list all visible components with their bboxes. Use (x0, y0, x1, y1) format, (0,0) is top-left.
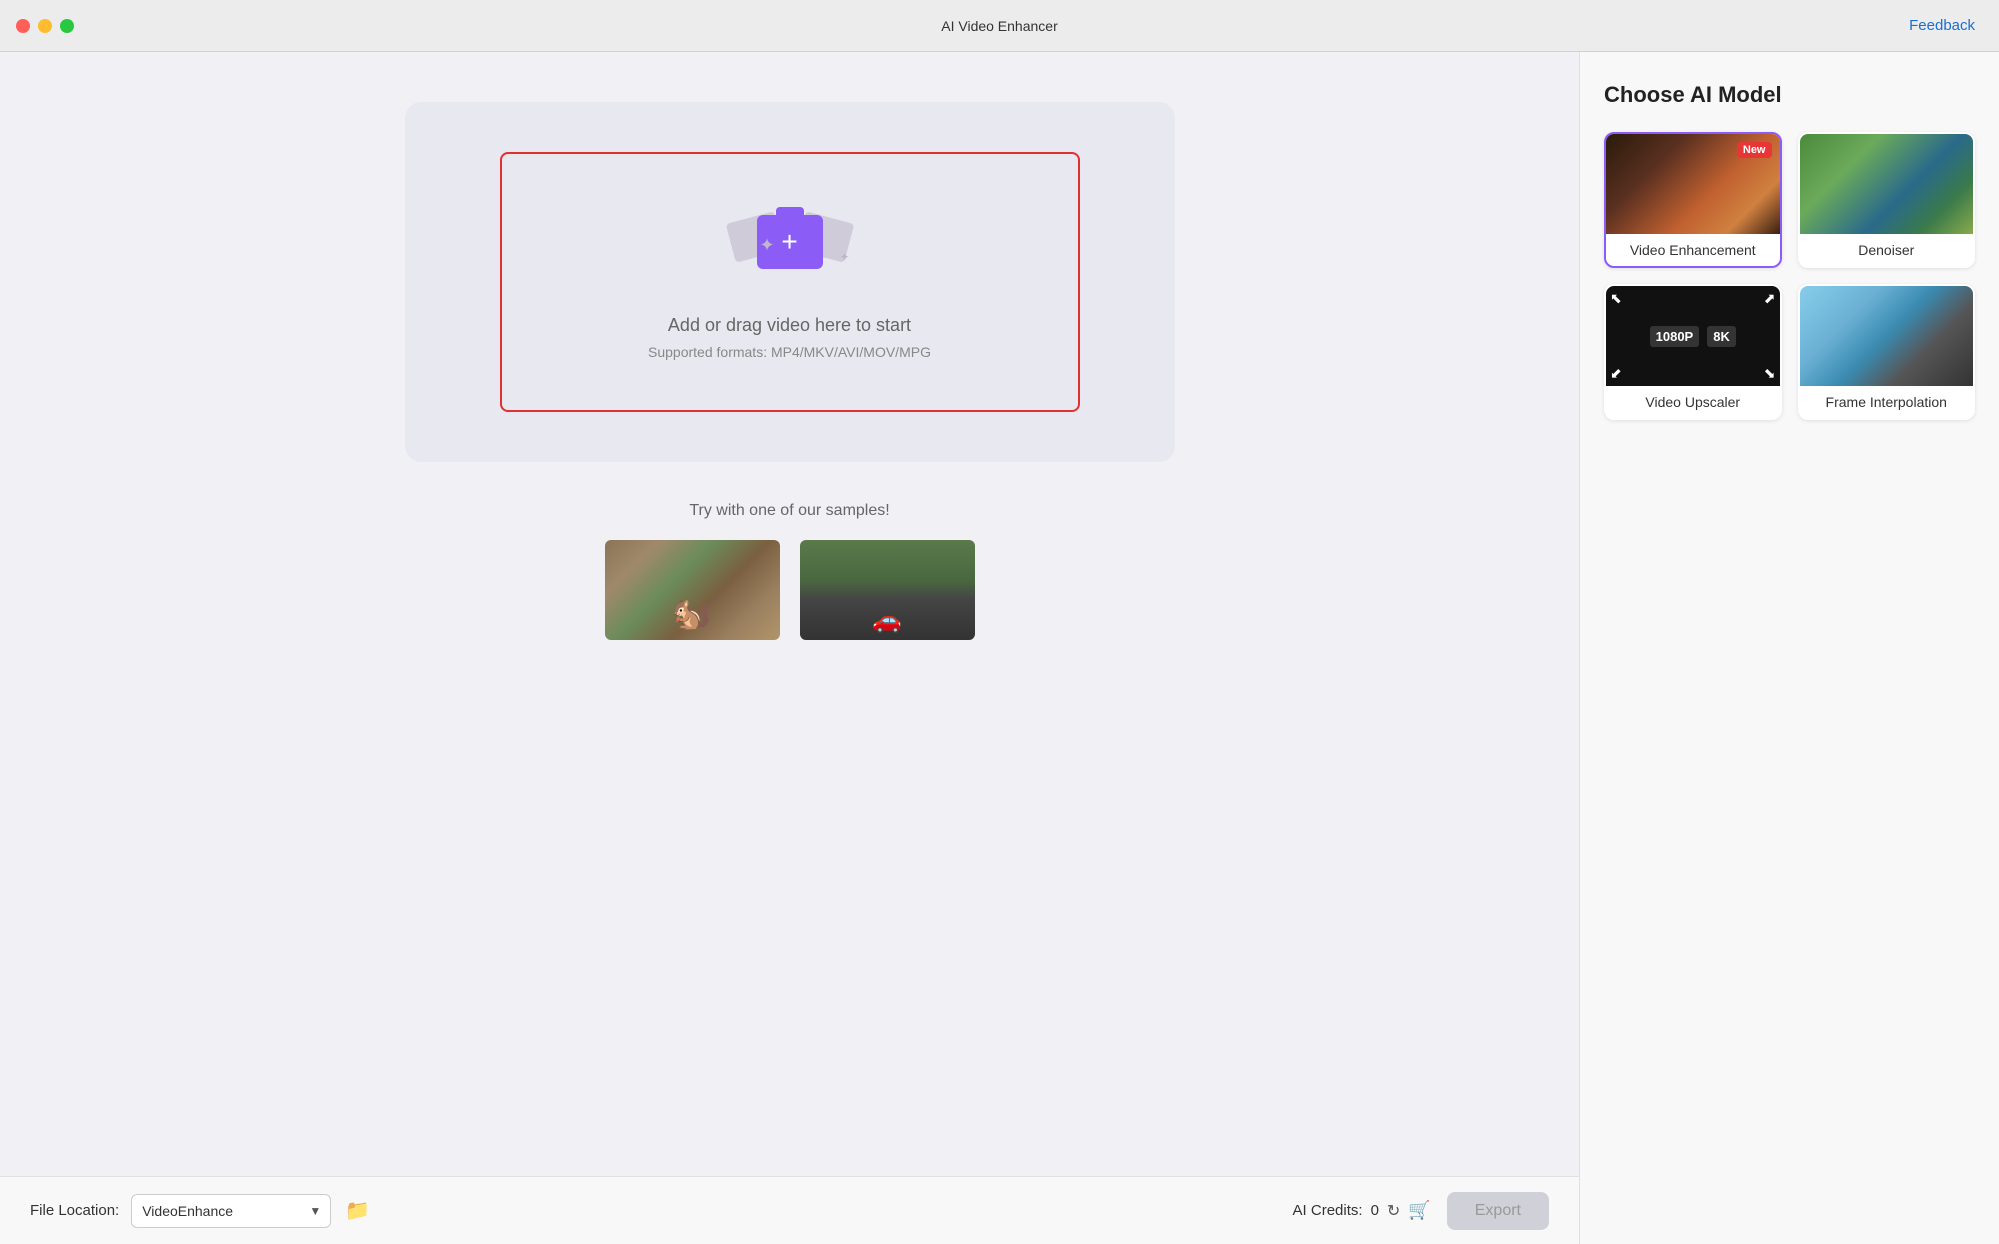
window-controls (16, 19, 74, 33)
main-layout: + ✦ ✦ Add or drag video here to start Su… (0, 52, 1999, 1244)
sample-squirrel[interactable] (605, 540, 780, 640)
file-location-label: File Location: (30, 1202, 119, 1219)
arrow-tr-icon: ⬈ (1764, 290, 1776, 307)
feedback-link[interactable]: Feedback (1909, 17, 1975, 34)
folder-icon-group: + ✦ ✦ (730, 205, 850, 295)
credits-count: 0 (1371, 1202, 1379, 1219)
model-thumbnail-video-enhancement: New (1606, 134, 1780, 234)
bottom-right: AI Credits: 0 ↻ 🛒 Export (1293, 1192, 1549, 1230)
samples-section: Try with one of our samples! (405, 502, 1175, 640)
model-label-video-enhancement: Video Enhancement (1606, 234, 1780, 266)
bottom-bar: File Location: VideoEnhance Desktop Docu… (0, 1176, 1579, 1244)
sample-traffic[interactable] (800, 540, 975, 640)
close-button[interactable] (16, 19, 30, 33)
model-thumbnail-video-upscaler: ⬉ ⬈ ⬋ ⬊ 1080P 8K (1606, 286, 1780, 386)
samples-title: Try with one of our samples! (689, 502, 889, 520)
title-bar: AI Video Enhancer Feedback (0, 0, 1999, 52)
arrow-br-icon: ⬊ (1764, 365, 1776, 382)
model-label-video-upscaler: Video Upscaler (1606, 386, 1780, 418)
arrow-bl-icon: ⬋ (1610, 365, 1622, 382)
drop-zone-container: + ✦ ✦ Add or drag video here to start Su… (405, 102, 1175, 462)
sparkle-left-icon: ✦ (760, 235, 775, 256)
app-title: AI Video Enhancer (941, 18, 1058, 34)
model-thumbnail-denoiser (1800, 134, 1974, 234)
model-card-frame-interpolation[interactable]: Frame Interpolation (1798, 284, 1976, 420)
refresh-icon[interactable]: ↻ (1387, 1201, 1400, 1221)
file-location-wrapper: VideoEnhance Desktop Documents ▼ (131, 1194, 331, 1228)
arrow-tl-icon: ⬉ (1610, 290, 1622, 307)
model-label-denoiser: Denoiser (1800, 234, 1974, 266)
ai-credits-text: AI Credits: (1293, 1202, 1363, 1219)
model-card-video-upscaler[interactable]: ⬉ ⬈ ⬋ ⬊ 1080P 8K Video Upscaler (1604, 284, 1782, 420)
drop-zone[interactable]: + ✦ ✦ Add or drag video here to start Su… (500, 152, 1080, 412)
export-button[interactable]: Export (1447, 1192, 1549, 1230)
maximize-button[interactable] (60, 19, 74, 33)
upscaler-arrows: ⬉ ⬈ ⬋ ⬊ (1606, 286, 1780, 386)
browse-folder-button[interactable]: 📁 (341, 1194, 374, 1227)
denoiser-image (1800, 134, 1974, 234)
center-panel: + ✦ ✦ Add or drag video here to start Su… (0, 52, 1579, 1176)
samples-row (605, 540, 975, 640)
panel-title: Choose AI Model (1604, 82, 1975, 108)
file-location-select[interactable]: VideoEnhance Desktop Documents (131, 1194, 331, 1228)
right-panel: Choose AI Model New Video Enhancement De… (1579, 52, 1999, 1244)
plus-icon: + (781, 228, 797, 256)
ai-credits-label: AI Credits: 0 ↻ 🛒 (1293, 1200, 1431, 1221)
cart-icon[interactable]: 🛒 (1408, 1200, 1430, 1221)
model-card-video-enhancement[interactable]: New Video Enhancement (1604, 132, 1782, 268)
content-area: + ✦ ✦ Add or drag video here to start Su… (0, 52, 1579, 1244)
traffic-thumbnail (800, 540, 975, 640)
drop-zone-main-text: Add or drag video here to start (668, 315, 911, 336)
frame-interpolation-image (1800, 286, 1974, 386)
new-badge: New (1737, 142, 1772, 158)
model-label-frame-interpolation: Frame Interpolation (1800, 386, 1974, 418)
model-thumbnail-frame-interpolation (1800, 286, 1974, 386)
model-card-denoiser[interactable]: Denoiser (1798, 132, 1976, 268)
drop-zone-sub-text: Supported formats: MP4/MKV/AVI/MOV/MPG (648, 344, 931, 360)
sparkle-right-icon: ✦ (839, 250, 849, 264)
model-grid: New Video Enhancement Denoiser ⬉ ⬈ (1604, 132, 1975, 420)
squirrel-thumbnail (605, 540, 780, 640)
upscaler-image: ⬉ ⬈ ⬋ ⬊ 1080P 8K (1606, 286, 1780, 386)
minimize-button[interactable] (38, 19, 52, 33)
